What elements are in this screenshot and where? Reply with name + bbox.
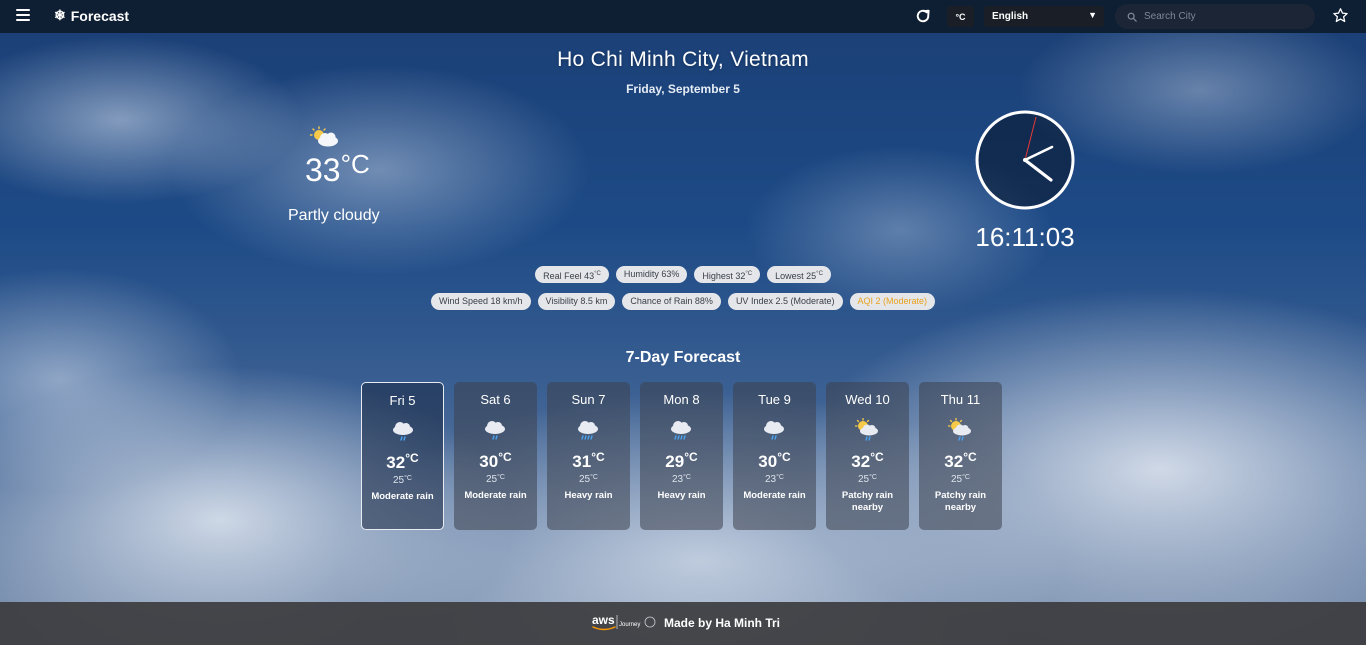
current-temp-unit: °C (340, 149, 370, 179)
wind-speed-badge: Wind Speed 18 km/h (430, 293, 531, 310)
day-high-temp: 29°C (665, 450, 698, 471)
day-condition: Heavy rain (564, 490, 613, 501)
current-condition: Partly cloudy (288, 207, 380, 224)
location-title: Ho Chi Minh City, Vietnam (557, 48, 809, 71)
svg-text:Journey: Journey (619, 622, 640, 628)
uv-index-badge: UV Index 2.5 (Moderate) (727, 293, 843, 310)
details-row-2: Wind Speed 18 km/h Visibility 8.5 km Cha… (0, 293, 1366, 310)
day-name: Mon 8 (663, 392, 700, 407)
day-condition: Moderate rain (464, 490, 527, 501)
forecast-title: 7-Day Forecast (625, 349, 741, 366)
sun-rain-icon (947, 418, 971, 441)
menu-icon[interactable] (16, 9, 30, 23)
digital-time: 16:11:03 (975, 222, 1075, 252)
svg-text:aws: aws (592, 613, 615, 627)
footer: aws Journey Made by Ha Minh Tri (0, 602, 1366, 645)
forecast-day-card[interactable]: Sun 7 31°C 25°C Heavy rain (547, 382, 630, 530)
analog-clock (975, 110, 1075, 210)
current-temperature: 33°C (305, 149, 370, 190)
day-high-temp: 32°C (851, 450, 884, 471)
day-low-temp: 25°C (393, 475, 412, 486)
humidity-badge: Humidity 63% (615, 266, 688, 283)
day-condition: Patchy rain nearby (934, 490, 987, 513)
rain-cloud-icon (393, 422, 413, 441)
current-temp-value: 33 (305, 152, 341, 188)
search-icon (1127, 12, 1137, 22)
forecast-day-card[interactable]: Thu 11 32°C 25°C Patchy rain nearby (919, 382, 1002, 530)
heavy-rain-icon (578, 421, 598, 440)
day-name: Tue 9 (758, 392, 791, 407)
chevron-down-icon: ▼ (1088, 10, 1097, 20)
partly-cloudy-icon (309, 126, 338, 147)
real-feel-badge: Real Feel 43°C (535, 266, 609, 283)
day-condition: Patchy rain nearby (841, 490, 894, 513)
app-title: Forecast (70, 7, 130, 24)
day-low-temp: 25°C (858, 474, 877, 485)
day-low-temp: 23°C (765, 474, 784, 485)
day-high-temp: 30°C (758, 450, 791, 471)
snowflake-icon: ❄ (54, 7, 66, 23)
day-high-temp: 32°C (944, 450, 977, 471)
day-low-temp: 25°C (486, 474, 505, 485)
date-label: Friday, September 5 (626, 82, 740, 96)
visibility-badge: Visibility 8.5 km (537, 293, 616, 310)
day-name: Sat 6 (480, 392, 511, 407)
star-icon[interactable] (1332, 7, 1349, 24)
day-low-temp: 23°C (672, 474, 691, 485)
app-brand[interactable]: ❄ Forecast (54, 7, 129, 24)
day-low-temp: 25°C (579, 474, 598, 485)
chance-of-rain-badge: Chance of Rain 88% (622, 293, 721, 310)
language-selected: English (992, 11, 1029, 22)
day-high-temp: 31°C (572, 450, 605, 471)
forecast-day-card[interactable]: Sat 6 30°C 25°C Moderate rain (454, 382, 537, 530)
day-name: Wed 10 (845, 392, 890, 407)
highest-badge: Highest 32°C (694, 266, 761, 283)
day-name: Thu 11 (940, 392, 981, 407)
unit-toggle-button[interactable]: °C (947, 6, 974, 27)
language-select[interactable]: English ▼ (984, 6, 1104, 27)
day-low-temp: 25°C (951, 474, 970, 485)
aws-journey-logo: aws Journey (592, 613, 656, 631)
day-condition: Heavy rain (657, 490, 706, 501)
rain-cloud-icon (485, 421, 505, 440)
refresh-icon[interactable] (914, 7, 932, 25)
day-high-temp: 30°C (479, 450, 512, 471)
forecast-day-card[interactable]: Wed 10 32°C 25°C Patchy rain nearby (826, 382, 909, 530)
day-condition: Moderate rain (743, 490, 806, 501)
details-row-1: Real Feel 43°C Humidity 63% Highest 32°C… (0, 266, 1366, 283)
sun-rain-icon (854, 418, 878, 441)
rain-cloud-icon (764, 421, 784, 440)
heavy-rain-icon (671, 421, 691, 440)
forecast-day-card[interactable]: Mon 8 29°C 23°C Heavy rain (640, 382, 723, 530)
day-name: Sun 7 (571, 392, 606, 407)
day-high-temp: 32°C (386, 451, 419, 472)
forecast-day-card[interactable]: Fri 5 32°C 25°C Moderate rain (361, 382, 444, 530)
made-by-label: Made by Ha Minh Tri (664, 616, 781, 630)
day-name: Fri 5 (389, 393, 416, 408)
forecast-list: Fri 5 32°C 25°C Moderate rain Sat 6 30°C… (361, 382, 1002, 530)
day-condition: Moderate rain (371, 491, 434, 502)
aqi-badge: AQI 2 (Moderate) (849, 293, 936, 310)
search-input[interactable] (1142, 10, 1306, 23)
forecast-day-card[interactable]: Tue 9 30°C 23°C Moderate rain (733, 382, 816, 530)
top-bar: ❄ Forecast °C English ▼ (0, 0, 1366, 33)
search-box[interactable] (1115, 4, 1315, 29)
lowest-badge: Lowest 25°C (767, 266, 831, 283)
